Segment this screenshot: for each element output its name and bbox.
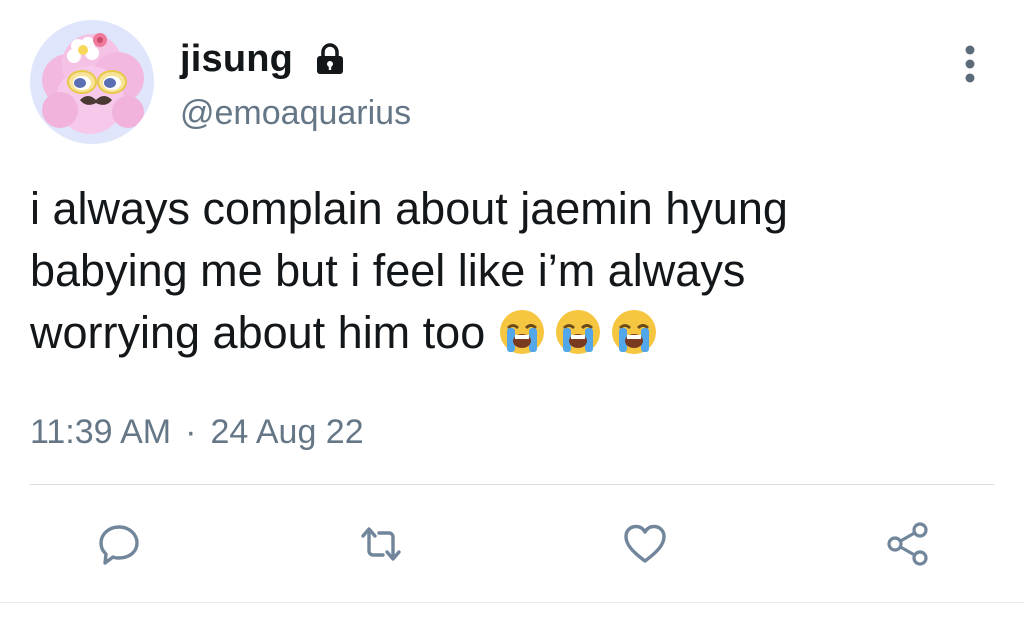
like-button[interactable]	[617, 516, 673, 572]
heart-icon	[624, 524, 666, 563]
reply-icon	[99, 525, 139, 565]
share-button[interactable]	[880, 516, 936, 572]
vertical-dots-icon	[965, 45, 975, 83]
action-bar	[0, 516, 1024, 572]
loudly-crying-face-icon	[609, 306, 659, 356]
loudly-crying-face-icon	[497, 306, 547, 356]
tweet-date[interactable]: 24 Aug 22	[210, 412, 363, 452]
reply-button[interactable]	[91, 516, 147, 572]
retweet-icon	[361, 527, 401, 561]
avatar[interactable]	[30, 20, 154, 144]
timestamp-row: 11:39 AM · 24 Aug 22	[30, 412, 364, 452]
divider	[30, 484, 994, 485]
tweet-text: i always complain about jaemin hyung bab…	[30, 178, 990, 364]
emoji-row	[497, 306, 659, 356]
tweet-body: i always complain about jaemin hyung bab…	[30, 183, 788, 358]
display-name-row: jisung	[180, 34, 347, 84]
lock-icon	[313, 42, 347, 76]
share-icon	[887, 522, 928, 566]
bottom-divider	[0, 602, 1024, 603]
more-button[interactable]	[950, 42, 990, 86]
loudly-crying-face-icon	[553, 306, 603, 356]
handle[interactable]: @emoaquarius	[180, 96, 411, 130]
avatar-image	[30, 20, 154, 144]
retweet-button[interactable]	[353, 516, 409, 572]
separator-dot: ·	[185, 413, 197, 451]
display-name[interactable]: jisung	[180, 40, 293, 78]
tweet-time[interactable]: 11:39 AM	[30, 412, 171, 452]
